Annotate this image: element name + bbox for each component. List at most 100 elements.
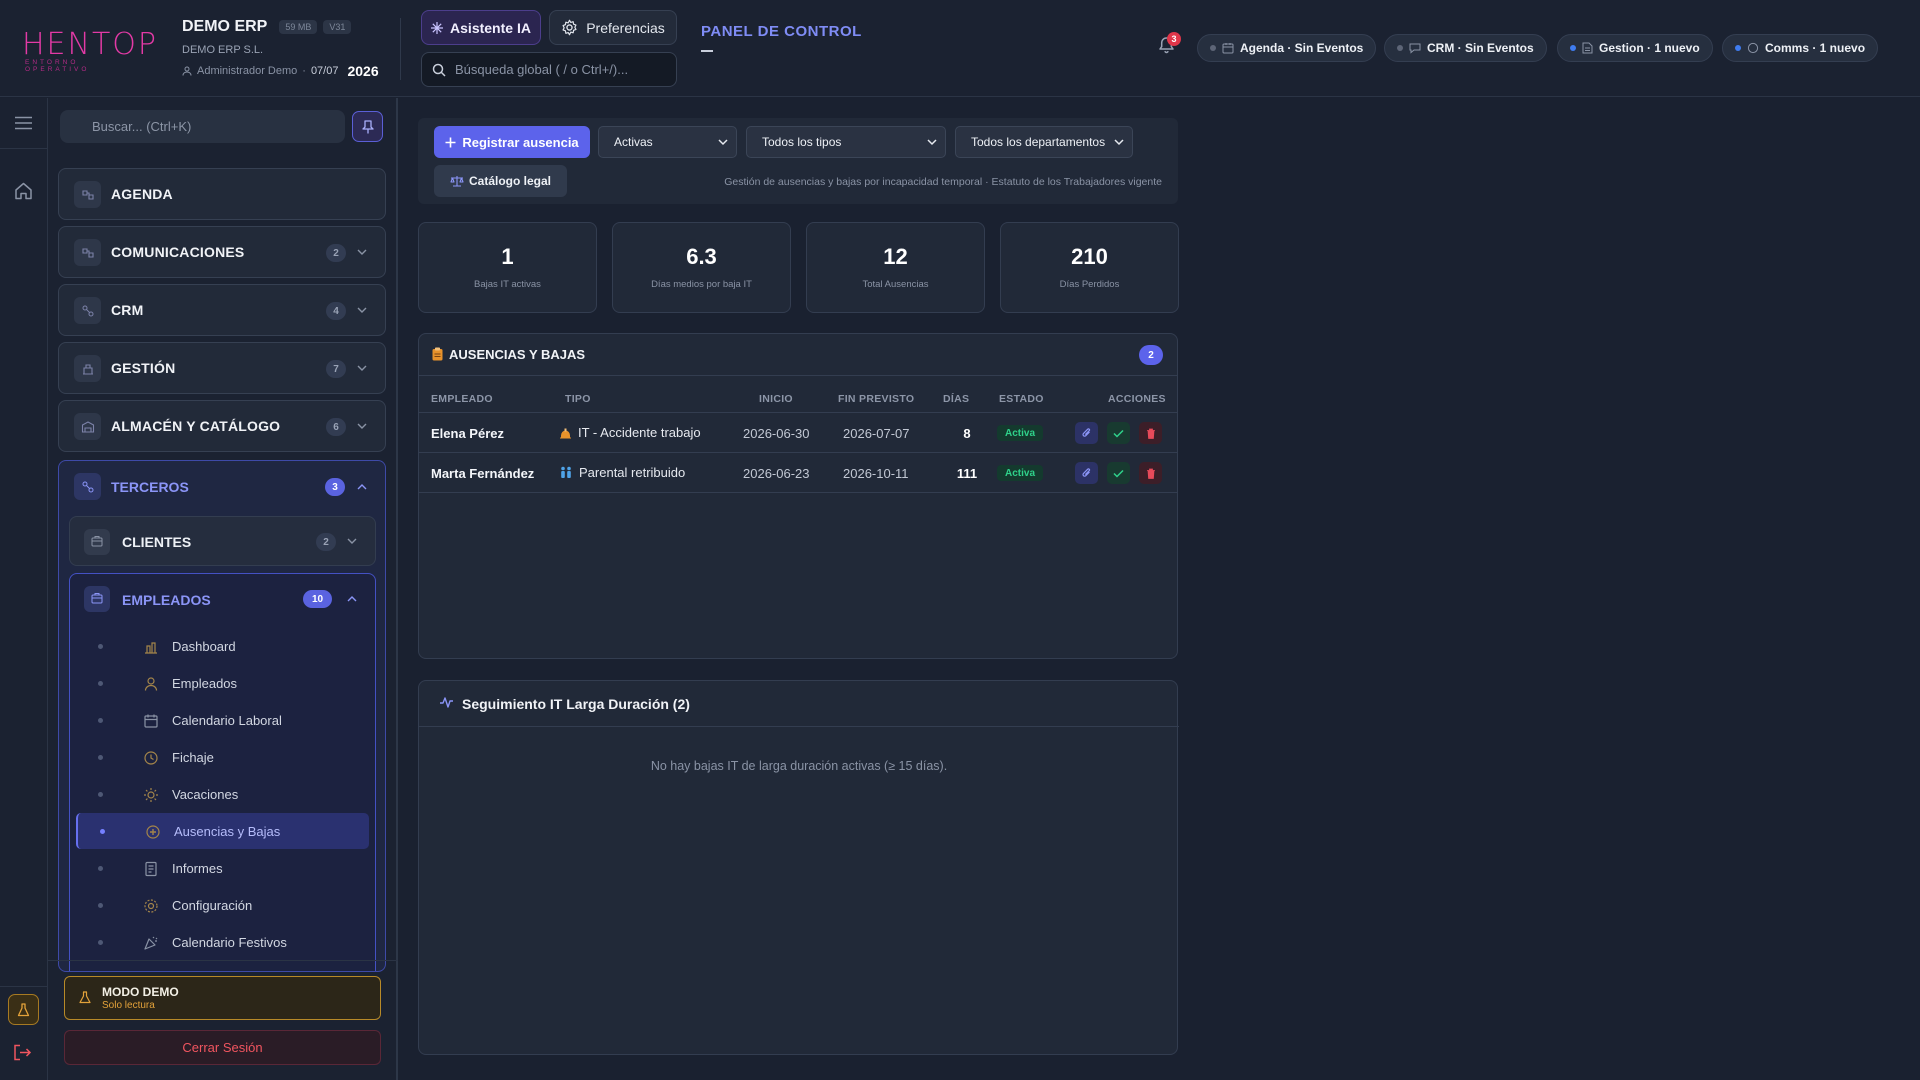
chevron-up-icon[interactable] [347, 595, 357, 602]
clientes-icon [84, 529, 110, 555]
global-search-box[interactable] [421, 52, 677, 87]
ai-assistant-button[interactable]: Asistente IA [421, 10, 541, 45]
sidebar-item-label: Informes [172, 861, 223, 876]
register-absence-button[interactable]: Registrar ausencia [434, 126, 590, 158]
sidebar-item-calendario-laboral[interactable]: Calendario Laboral [76, 702, 369, 738]
employee-name: Elena Pérez [431, 426, 504, 441]
comms-status-pill[interactable]: Comms · 1 nuevo [1722, 34, 1879, 62]
sidebar-item-empleados[interactable]: Empleados [76, 665, 369, 701]
attach-document-button[interactable] [1075, 422, 1098, 444]
days-count: 8 [963, 426, 971, 441]
legal-catalog-button[interactable]: Catálogo legal [434, 165, 567, 197]
nav-section-agenda[interactable]: AGENDA [58, 168, 386, 220]
nav-section-comunicaciones[interactable]: COMUNICACIONES 2 [58, 226, 386, 278]
warehouse-icon [74, 413, 101, 440]
chevron-up-icon[interactable] [357, 483, 367, 490]
sidebar-item-dashboard[interactable]: Dashboard [76, 628, 369, 664]
start-date: 2026-06-30 [743, 426, 810, 441]
column-header[interactable]: ESTADO [999, 393, 1044, 405]
column-header[interactable]: TIPO [565, 393, 591, 405]
chevron-down-icon [718, 139, 728, 146]
kpi-card-bajas-it: 1 Bajas IT activas [418, 222, 597, 313]
column-header[interactable]: DÍAS [943, 393, 969, 405]
construction-icon [559, 427, 572, 439]
kpi-label: Bajas IT activas [474, 279, 541, 290]
chevron-down-icon[interactable] [347, 538, 357, 545]
demo-mode-flask-icon[interactable] [8, 994, 39, 1025]
people-icon [143, 676, 159, 692]
sidebar-search-box[interactable] [60, 110, 345, 143]
sidebar-item-configuracion[interactable]: Configuración [76, 887, 369, 923]
agenda-status-label: Agenda · Sin Eventos [1240, 41, 1364, 55]
preferences-button[interactable]: Preferencias [549, 10, 677, 45]
ai-assistant-label: Asistente IA [450, 19, 531, 36]
table-row[interactable]: Elena Pérez IT - Accidente trabajo 2026-… [419, 413, 1177, 453]
gestion-status-pill[interactable]: Gestion · 1 nuevo [1557, 34, 1713, 62]
attach-document-button[interactable] [1075, 462, 1098, 484]
sidebar-search-input[interactable] [92, 119, 332, 134]
user-name: Administrador Demo [197, 65, 298, 77]
global-search-input[interactable] [455, 62, 665, 77]
home-icon[interactable] [14, 182, 33, 200]
sidebar-item-label: Fichaje [172, 750, 214, 765]
status-filter-select[interactable]: Activas [598, 126, 737, 158]
type-filter-select[interactable]: Todos los tipos [746, 126, 946, 158]
panel-title[interactable]: PANEL DE CONTROL [701, 23, 862, 40]
gear-icon [561, 19, 578, 36]
absence-type: IT - Accidente trabajo [559, 425, 701, 440]
flask-icon [79, 991, 91, 1004]
kpi-card-dias-perdidos: 210 Días Perdidos [1000, 222, 1179, 313]
kpi-label: Total Ausencias [862, 279, 929, 290]
column-header[interactable]: EMPLEADO [431, 393, 493, 405]
count-badge: 7 [326, 360, 346, 378]
settings-icon [143, 898, 159, 914]
chevron-down-icon[interactable] [357, 365, 367, 372]
nav-section-label: CRM [111, 302, 144, 318]
sidebar-item-label: Configuración [172, 898, 253, 913]
sidebar-item-informes[interactable]: Informes [76, 850, 369, 886]
crm-status-pill[interactable]: CRM · Sin Eventos [1384, 34, 1547, 62]
sidebar-item-vacaciones[interactable]: Vacaciones [76, 776, 369, 812]
kpi-card-total-ausencias: 12 Total Ausencias [806, 222, 985, 313]
days-count: 111 [956, 466, 978, 481]
pin-sidebar-button[interactable] [352, 111, 383, 142]
chevron-down-icon[interactable] [357, 423, 367, 430]
app-logo[interactable]: HENTOP ENTORNO OPERATIVO [22, 30, 156, 74]
sidebar-item-label: Calendario Festivos [172, 935, 287, 950]
agenda-status-pill[interactable]: Agenda · Sin Eventos [1197, 34, 1377, 62]
pin-icon [361, 119, 374, 134]
chevron-down-icon[interactable] [357, 307, 367, 314]
sidebar-item-calendario-festivos[interactable]: Calendario Festivos [76, 924, 369, 960]
hamburger-menu-icon[interactable] [14, 116, 33, 130]
confirm-check-button[interactable] [1107, 422, 1130, 444]
sidebar-item-label: Dashboard [172, 639, 236, 654]
table-title: AUSENCIAS Y BAJAS [449, 347, 586, 362]
delete-trash-button[interactable] [1139, 422, 1162, 444]
column-header[interactable]: ACCIONES [1108, 393, 1166, 405]
column-header[interactable]: INICIO [759, 393, 793, 405]
dashboard-icon [143, 639, 159, 655]
department-filter-select[interactable]: Todos los departamentos [955, 126, 1133, 158]
nav-section-gestion[interactable]: GESTIÓN 7 [58, 342, 386, 394]
nav-subsection-clientes[interactable]: CLIENTES 2 [69, 516, 376, 566]
sidebar-item-ausencias-bajas[interactable]: Ausencias y Bajas [76, 813, 369, 849]
nav-subsection-empleados[interactable]: EMPLEADOS 10 Dashboard Empleados Calenda… [69, 573, 376, 971]
confirm-check-button[interactable] [1107, 462, 1130, 484]
count-badge: 10 [303, 590, 332, 608]
notifications-count-badge: 3 [1167, 32, 1181, 46]
nav-section-almacen[interactable]: ALMACÉN Y CATÁLOGO 6 [58, 400, 386, 452]
company-legal-name: DEMO ERP S.L. [182, 44, 264, 56]
delete-trash-button[interactable] [1139, 462, 1162, 484]
nav-subsection-label: EMPLEADOS [122, 592, 211, 608]
sidebar-item-label: Ausencias y Bajas [174, 824, 281, 839]
table-row[interactable]: Marta Fernández Parental retribuido 2026… [419, 453, 1177, 493]
nav-section-terceros[interactable]: TERCEROS 3 CLIENTES 2 EMPLEADOS 10 Dashb… [58, 460, 386, 972]
nav-section-crm[interactable]: CRM 4 [58, 284, 386, 336]
column-header[interactable]: FIN PREVISTO [838, 393, 914, 405]
absence-type: Parental retribuido [559, 465, 685, 480]
chevron-down-icon[interactable] [357, 249, 367, 256]
current-date: 07/07 [310, 65, 339, 77]
logout-button[interactable]: Cerrar Sesión [64, 1030, 381, 1065]
sidebar-item-fichaje[interactable]: Fichaje [76, 739, 369, 775]
logout-icon[interactable] [13, 1044, 32, 1061]
